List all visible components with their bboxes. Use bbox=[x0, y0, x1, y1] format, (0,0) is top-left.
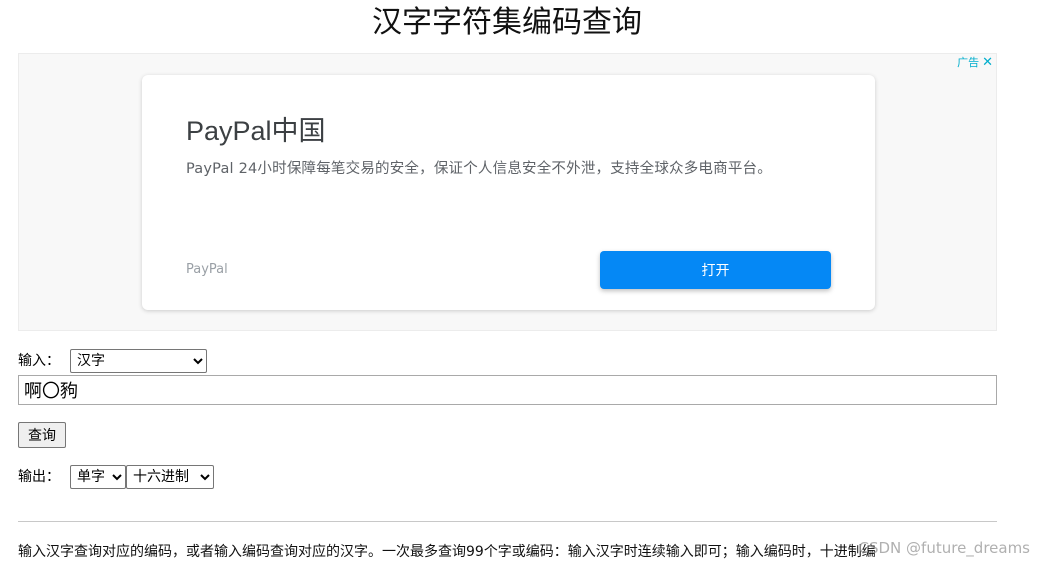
page-title: 汉字字符集编码查询 bbox=[372, 5, 642, 40]
output-label: 输出： bbox=[18, 469, 60, 485]
ad-source: PayPal bbox=[186, 262, 228, 277]
ad-banner[interactable]: 广告 ✕ PayPal中国 PayPal 24小时保障每笔交易的安全，保证个人信… bbox=[18, 53, 997, 331]
ad-choices-label[interactable]: 广告 bbox=[957, 56, 979, 70]
query-button[interactable]: 查询 bbox=[18, 422, 66, 448]
input-label: 输入： bbox=[18, 353, 60, 369]
ad-choices[interactable]: 广告 ✕ bbox=[957, 56, 993, 70]
divider bbox=[18, 521, 997, 522]
query-input[interactable] bbox=[18, 375, 997, 405]
ad-body: PayPal 24小时保障每笔交易的安全，保证个人信息安全不外泄，支持全球众多电… bbox=[186, 161, 772, 177]
ad-card[interactable]: PayPal中国 PayPal 24小时保障每笔交易的安全，保证个人信息安全不外… bbox=[142, 75, 875, 310]
input-type-select[interactable]: 汉字 bbox=[70, 349, 207, 373]
ad-headline[interactable]: PayPal中国 bbox=[186, 109, 326, 148]
ad-open-button[interactable]: 打开 bbox=[600, 251, 831, 289]
output-mode-select[interactable]: 单字 bbox=[70, 465, 126, 489]
output-format-select[interactable]: 十六进制 bbox=[126, 465, 214, 489]
close-icon[interactable]: ✕ bbox=[982, 56, 993, 70]
watermark: CSDN @future_dreams bbox=[858, 539, 1030, 557]
